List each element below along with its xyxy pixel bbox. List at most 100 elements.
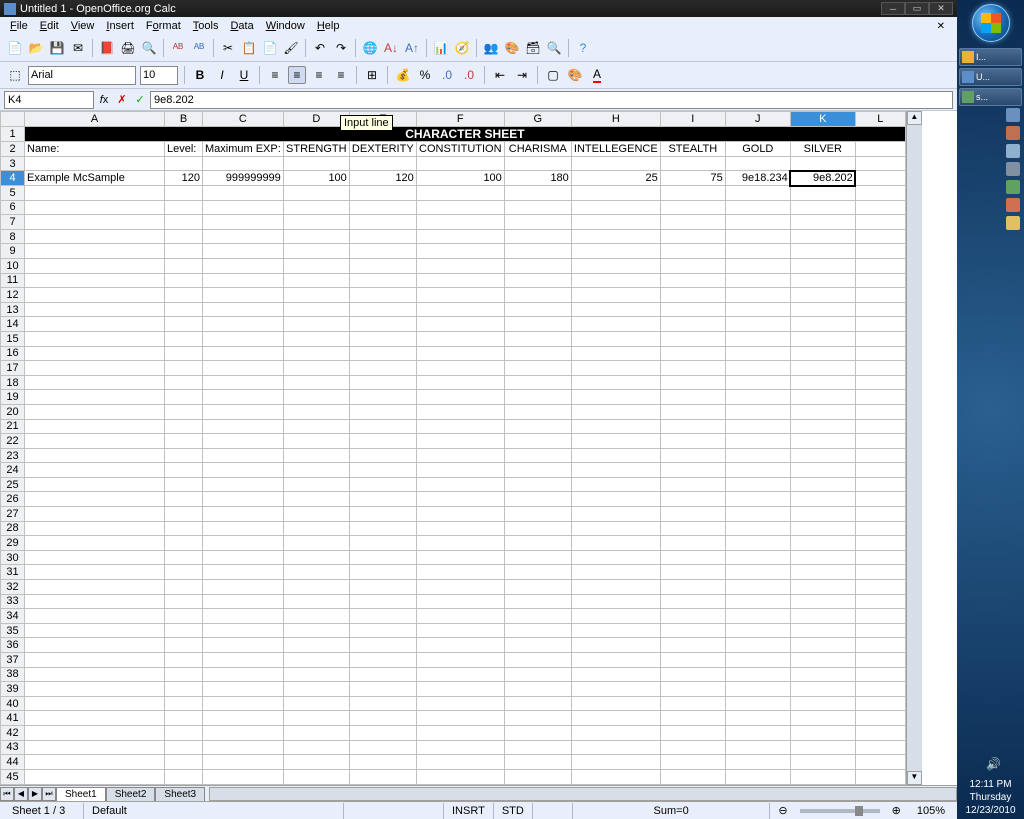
cell-G7[interactable] [504, 215, 571, 230]
cell-H29[interactable] [571, 536, 660, 551]
cell-B41[interactable] [165, 711, 203, 726]
cell-D41[interactable] [283, 711, 349, 726]
cell-G23[interactable] [504, 448, 571, 463]
cell-H9[interactable] [571, 244, 660, 259]
cell-I5[interactable] [660, 186, 725, 201]
row-header-13[interactable]: 13 [1, 302, 25, 317]
cell-I8[interactable] [660, 229, 725, 244]
fontcolor-icon[interactable]: A [588, 66, 606, 84]
cell-K10[interactable] [790, 258, 855, 273]
row-header-7[interactable]: 7 [1, 215, 25, 230]
cell-I37[interactable] [660, 653, 725, 668]
cell-D38[interactable] [283, 667, 349, 682]
cell-I40[interactable] [660, 696, 725, 711]
cell-E36[interactable] [349, 638, 416, 653]
cell-A1[interactable]: CHARACTER SHEET [25, 126, 906, 142]
cell-D6[interactable] [283, 200, 349, 215]
datasources-icon[interactable]: 🗃 [524, 39, 542, 57]
cell-J42[interactable] [725, 725, 790, 740]
cell-F35[interactable] [416, 623, 504, 638]
pdf-icon[interactable]: 📕 [98, 39, 116, 57]
cell-D42[interactable] [283, 725, 349, 740]
cell-H10[interactable] [571, 258, 660, 273]
row-header-3[interactable]: 3 [1, 156, 25, 171]
cell-K14[interactable] [790, 317, 855, 332]
cell-C32[interactable] [203, 580, 284, 595]
cell-B19[interactable] [165, 390, 203, 405]
cell-K44[interactable] [790, 755, 855, 770]
cell-H7[interactable] [571, 215, 660, 230]
cell-H43[interactable] [571, 740, 660, 755]
cell-K45[interactable] [790, 769, 855, 784]
cell-L23[interactable] [855, 448, 905, 463]
cell-F20[interactable] [416, 404, 504, 419]
cell-L13[interactable] [855, 302, 905, 317]
cell-G14[interactable] [504, 317, 571, 332]
cell-B12[interactable] [165, 288, 203, 303]
cell-E2[interactable]: DEXTERITY [349, 142, 416, 157]
cell-L28[interactable] [855, 521, 905, 536]
sort-asc-icon[interactable]: A↓ [382, 39, 400, 57]
cell-C30[interactable] [203, 550, 284, 565]
row-header-42[interactable]: 42 [1, 725, 25, 740]
cell-K32[interactable] [790, 580, 855, 595]
cell-C2[interactable]: Maximum EXP: [203, 142, 284, 157]
cell-H37[interactable] [571, 653, 660, 668]
cell-A19[interactable] [25, 390, 165, 405]
cell-L15[interactable] [855, 331, 905, 346]
cell-J39[interactable] [725, 682, 790, 697]
cell-C11[interactable] [203, 273, 284, 288]
cell-F28[interactable] [416, 521, 504, 536]
cell-A5[interactable] [25, 186, 165, 201]
cell-C12[interactable] [203, 288, 284, 303]
cell-L14[interactable] [855, 317, 905, 332]
cell-H3[interactable] [571, 156, 660, 171]
cell-G13[interactable] [504, 302, 571, 317]
cell-C24[interactable] [203, 463, 284, 478]
cell-G28[interactable] [504, 521, 571, 536]
cell-K6[interactable] [790, 200, 855, 215]
cancel-icon[interactable]: ✗ [114, 92, 130, 108]
cell-B6[interactable] [165, 200, 203, 215]
cell-L39[interactable] [855, 682, 905, 697]
cell-D2[interactable]: STRENGTH [283, 142, 349, 157]
tray-icon[interactable] [1006, 162, 1020, 176]
cell-K19[interactable] [790, 390, 855, 405]
cell-A2[interactable]: Name: [25, 142, 165, 157]
cell-H24[interactable] [571, 463, 660, 478]
cell-A10[interactable] [25, 258, 165, 273]
zoom-out-icon[interactable]: ⊖ [770, 803, 795, 819]
cell-F39[interactable] [416, 682, 504, 697]
cell-D3[interactable] [283, 156, 349, 171]
horizontal-scrollbar[interactable] [209, 787, 957, 801]
cell-D5[interactable] [283, 186, 349, 201]
cell-G16[interactable] [504, 346, 571, 361]
cell-I21[interactable] [660, 419, 725, 434]
cell-E34[interactable] [349, 609, 416, 624]
cell-A14[interactable] [25, 317, 165, 332]
cell-E11[interactable] [349, 273, 416, 288]
row-header-5[interactable]: 5 [1, 186, 25, 201]
cell-C31[interactable] [203, 565, 284, 580]
cell-B27[interactable] [165, 507, 203, 522]
cell-B28[interactable] [165, 521, 203, 536]
cell-L4[interactable] [855, 171, 905, 186]
cell-C34[interactable] [203, 609, 284, 624]
cell-reference-input[interactable] [4, 91, 94, 109]
cell-A33[interactable] [25, 594, 165, 609]
row-header-43[interactable]: 43 [1, 740, 25, 755]
cell-B38[interactable] [165, 667, 203, 682]
cell-G11[interactable] [504, 273, 571, 288]
cell-G35[interactable] [504, 623, 571, 638]
cell-D32[interactable] [283, 580, 349, 595]
cell-L37[interactable] [855, 653, 905, 668]
minimize-button[interactable]: ─ [881, 2, 905, 15]
cell-F18[interactable] [416, 375, 504, 390]
cell-B10[interactable] [165, 258, 203, 273]
align-justify-icon[interactable]: ≡ [332, 66, 350, 84]
cell-G40[interactable] [504, 696, 571, 711]
cell-J9[interactable] [725, 244, 790, 259]
row-header-9[interactable]: 9 [1, 244, 25, 259]
cell-E39[interactable] [349, 682, 416, 697]
cell-C3[interactable] [203, 156, 284, 171]
